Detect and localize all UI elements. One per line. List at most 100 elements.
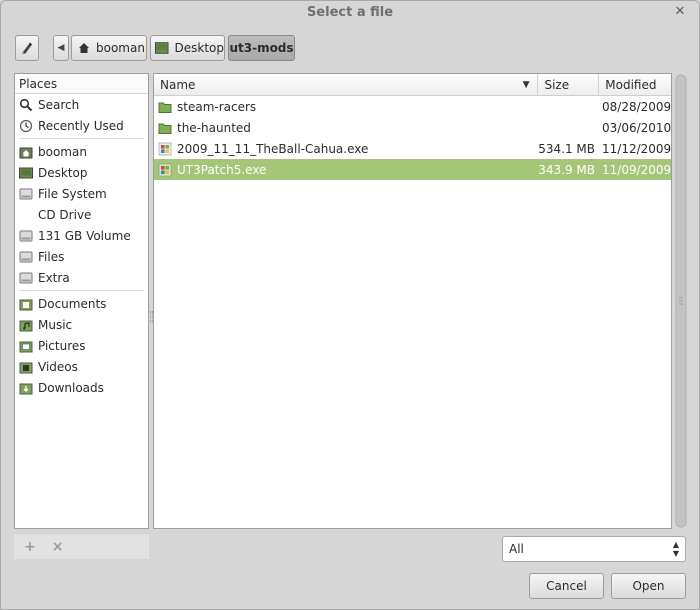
folder-icon <box>158 121 172 135</box>
windows-exe-icon <box>158 142 172 156</box>
sidebar-item-music[interactable]: Music <box>15 314 148 335</box>
sidebar-item-label: Search <box>38 97 80 112</box>
file-row[interactable]: steam-racers 08/28/2009 <box>154 96 671 117</box>
places-header: Places <box>15 74 148 94</box>
sidebar-item-desktop[interactable]: Desktop <box>15 162 148 183</box>
column-modified[interactable]: Modified <box>599 74 671 96</box>
sidebar-item-extra[interactable]: Extra <box>15 267 148 288</box>
harddisk-icon <box>19 271 33 285</box>
file-name: steam-racers <box>177 99 257 114</box>
breadcrumb-label: ut3-mods <box>229 41 294 55</box>
updown-arrow-icon: ▲ ▼ <box>672 540 679 558</box>
sidebar-item-pictures[interactable]: Pictures <box>15 335 148 356</box>
column-size[interactable]: Size <box>538 74 600 96</box>
open-label: Open <box>632 579 665 593</box>
sidebar-item-label: Files <box>38 249 65 264</box>
pictures-folder-icon <box>19 339 33 353</box>
add-bookmark-button[interactable]: + <box>24 539 36 555</box>
file-row[interactable]: 2009_11_11_TheBall-Cahua.exe 534.1 MB 11/1… <box>154 138 671 159</box>
folder-icon <box>158 100 172 114</box>
breadcrumb-back-button[interactable]: ◀ <box>53 35 69 61</box>
sort-descending-icon: ▼ <box>522 80 530 90</box>
clock-icon <box>19 119 33 133</box>
column-modified-label: Modified <box>605 78 657 92</box>
home-folder-icon <box>19 145 33 159</box>
file-list: Name ▼ Size Modified steam-racers 08/28/2… <box>153 73 672 529</box>
sidebar-item-label: CD Drive <box>38 207 92 222</box>
sidebar-item-label: Pictures <box>38 338 86 353</box>
cancel-button[interactable]: Cancel <box>529 573 604 599</box>
breadcrumb-home[interactable]: booman <box>71 35 147 61</box>
file-chooser-dialog: Select a file ✕ ◀ booman Desktop ut3-mod… <box>0 0 700 610</box>
sidebar-item-files[interactable]: Files <box>15 246 148 267</box>
file-modified: 08/28/2009 <box>602 99 672 114</box>
sidebar-item-recently-used[interactable]: Recently Used <box>15 115 148 136</box>
type-location-button[interactable] <box>15 35 39 61</box>
sidebar-item-file-system[interactable]: File System <box>15 183 148 204</box>
file-size: 343.9 MB <box>538 162 595 177</box>
column-name-label: Name <box>160 78 196 92</box>
windows-exe-icon <box>158 163 172 177</box>
sidebar-item-label: File System <box>38 186 107 201</box>
file-name: UT3Patch5.exe <box>177 162 267 177</box>
file-list-header: Name ▼ Size Modified <box>154 74 671 96</box>
places-controls: + × <box>14 533 149 559</box>
file-modified: 03/06/2010 <box>602 120 672 135</box>
file-name: 2009_11_11_TheBall-Cahua.exe <box>177 141 369 156</box>
sidebar-item-label: Extra <box>38 270 70 285</box>
file-row[interactable]: the-haunted 03/06/2010 <box>154 117 671 138</box>
file-name-cell: the-haunted <box>154 121 538 135</box>
remove-bookmark-button[interactable]: × <box>52 539 64 555</box>
harddisk-icon <box>19 250 33 264</box>
file-modified: 11/12/2009 <box>602 141 672 156</box>
breadcrumb-label: booman <box>96 41 145 55</box>
open-button[interactable]: Open <box>611 573 686 599</box>
sidebar-item-label: Videos <box>38 359 78 374</box>
sidebar-item-booman[interactable]: booman <box>15 141 148 162</box>
sidebar-item-label: Recently Used <box>38 118 124 133</box>
sidebar-item-videos[interactable]: Videos <box>15 356 148 377</box>
sidebar-item-label: 131 GB Volume <box>38 228 131 243</box>
breadcrumb-desktop[interactable]: Desktop <box>150 35 225 61</box>
downloads-folder-icon <box>19 381 33 395</box>
videos-folder-icon <box>19 360 33 374</box>
desktop-icon <box>155 42 169 54</box>
harddisk-icon <box>19 229 33 243</box>
file-rows: steam-racers 08/28/2009 the-haunted 03/06/2… <box>154 96 671 180</box>
file-name: the-haunted <box>177 120 251 135</box>
desktop-icon <box>19 166 33 180</box>
filter-value: All <box>509 542 524 556</box>
sidebar-item-documents[interactable]: Documents <box>15 293 148 314</box>
sidebar-item-label: booman <box>38 144 87 159</box>
sidebar-item-downloads[interactable]: Downloads <box>15 377 148 398</box>
sidebar-item-label: Documents <box>38 296 107 311</box>
column-name[interactable]: Name ▼ <box>154 74 539 96</box>
places-sidebar: Places Search Recently Used booman Desktop F… <box>14 73 149 529</box>
sidebar-item-label: Downloads <box>38 380 104 395</box>
breadcrumb-label: Desktop <box>174 41 225 55</box>
file-size: 534.1 MB <box>538 141 595 156</box>
cancel-label: Cancel <box>546 579 587 593</box>
harddisk-icon <box>19 187 33 201</box>
window-title: Select a file <box>306 5 394 20</box>
places-list: Search Recently Used booman Desktop File Sys… <box>15 94 148 398</box>
breadcrumb-current[interactable]: ut3-mods <box>228 35 295 61</box>
sidebar-item-search[interactable]: Search <box>15 94 148 115</box>
sidebar-item-label: Desktop <box>38 165 88 180</box>
search-icon <box>19 98 33 112</box>
sidebar-item-label: Music <box>38 317 73 332</box>
file-type-filter[interactable]: All ▲ ▼ <box>502 536 686 562</box>
file-name-cell: 2009_11_11_TheBall-Cahua.exe <box>154 142 538 156</box>
sidebar-item-131-gb-volume[interactable]: 131 GB Volume <box>15 225 148 246</box>
file-row[interactable]: UT3Patch5.exe 343.9 MB 11/09/2009 <box>154 159 671 180</box>
sidebar-item-cd-drive[interactable]: CD Drive <box>15 204 148 225</box>
scrollbar-thumb[interactable] <box>674 73 688 529</box>
pencil-icon <box>22 42 32 54</box>
scrollbar[interactable] <box>674 73 688 529</box>
close-icon[interactable]: ✕ <box>673 3 687 21</box>
documents-folder-icon <box>19 297 33 311</box>
title-bar: Select a file <box>1 1 699 25</box>
column-size-label: Size <box>544 78 570 92</box>
music-folder-icon <box>19 318 33 332</box>
places-separator <box>19 290 144 291</box>
